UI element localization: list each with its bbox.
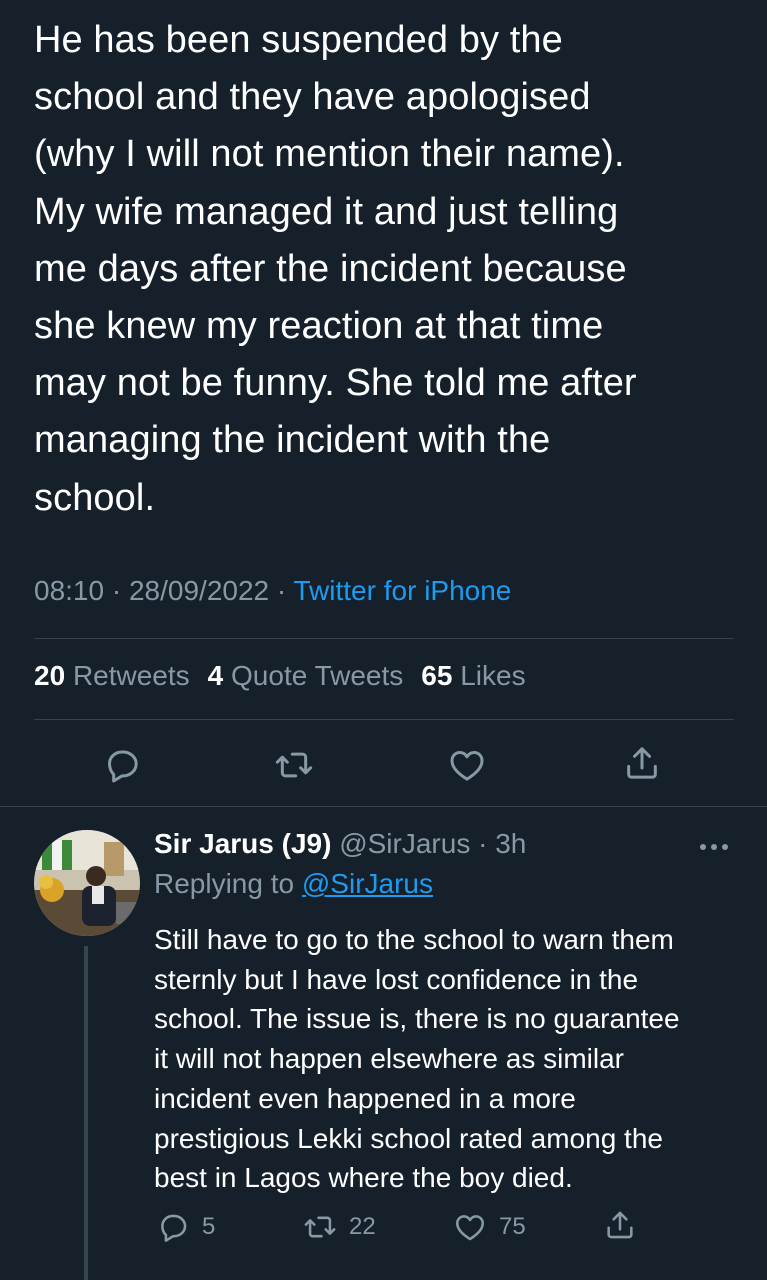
quotes-stat[interactable]: 4 Quote Tweets: [208, 660, 404, 691]
reply-line: it will not happen elsewhere as similar: [154, 1043, 624, 1075]
reply-line: Still have to go to the school to warn t…: [154, 924, 674, 955]
tweet-source-link[interactable]: Twitter for iPhone: [294, 575, 512, 606]
reply-replies-count: 5: [202, 1213, 216, 1240]
main-tweet-line: she knew my reaction at that time: [34, 305, 604, 348]
more-icon: [700, 844, 728, 850]
more-button[interactable]: [698, 840, 730, 852]
main-tweet-line: school and they have apologised: [34, 76, 591, 119]
retweet-button[interactable]: [274, 745, 314, 785]
replying-prefix: Replying to: [154, 868, 295, 899]
replying-mention-link[interactable]: @SirJarus: [302, 868, 433, 899]
main-tweet-line: school.: [34, 476, 156, 519]
like-icon: [450, 751, 484, 781]
main-tweet-line: managing the incident with the: [34, 419, 551, 462]
likes-stat[interactable]: 65 Likes: [421, 660, 525, 691]
reply-handle[interactable]: @SirJarus: [339, 828, 470, 859]
quotes-count: 4: [207, 660, 224, 691]
meta-separator: ·: [470, 828, 496, 859]
reply-like-button[interactable]: 75: [453, 1208, 526, 1246]
main-tweet-text: He has been suspended by the school and …: [34, 12, 734, 527]
like-icon: [455, 1215, 485, 1241]
reply-icon: [161, 1214, 187, 1242]
share-icon: [627, 747, 657, 779]
replying-to: Replying to @SirJarus: [154, 868, 433, 900]
reply-age[interactable]: 3h: [495, 828, 526, 859]
tweet-meta: 08:10 · 28/09/2022 · Twitter for iPhone: [34, 575, 511, 607]
meta-separator: ·: [276, 575, 294, 606]
reply-retweets-count: 22: [349, 1213, 376, 1240]
reply-icon: [108, 750, 138, 783]
reply-line: incident even happened in a more: [154, 1082, 576, 1114]
reply-retweet-button[interactable]: 22: [303, 1208, 376, 1246]
avatar-image: [34, 830, 140, 936]
tweet-stats: 20 Retweets 4 Quote Tweets 65 Likes: [34, 660, 544, 692]
reply-reply-button[interactable]: 5: [156, 1208, 215, 1246]
main-tweet-line: He has been suspended by the: [34, 19, 563, 61]
retweets-count: 20: [34, 660, 66, 691]
reply-button[interactable]: [102, 745, 142, 785]
main-tweet-line: me days after the incident because: [34, 247, 627, 290]
reply-line: best in Lagos where the boy died.: [154, 1162, 573, 1194]
section-divider: [0, 806, 767, 807]
meta-separator: ·: [111, 575, 129, 606]
divider: [34, 638, 734, 639]
like-button[interactable]: [447, 745, 487, 785]
likes-label: Likes: [460, 660, 526, 691]
retweet-icon: [275, 752, 313, 778]
main-tweet-line: My wife managed it and just telling: [34, 190, 619, 233]
reply-share-button[interactable]: [603, 1206, 649, 1244]
reply-likes-count: 75: [499, 1213, 526, 1240]
retweet-icon: [304, 1216, 336, 1238]
reply-line: prestigious Lekki school rated among the: [154, 1122, 663, 1154]
reply-header: Sir Jarus (J9) @SirJarus · 3h: [154, 828, 526, 860]
main-tweet-line: (why I will not mention their name).: [34, 133, 625, 176]
tweet-time[interactable]: 08:10: [34, 575, 104, 606]
share-icon: [607, 1211, 633, 1239]
tweet-date[interactable]: 28/09/2022: [129, 575, 269, 606]
retweets-label: Retweets: [72, 660, 190, 691]
likes-count: 65: [421, 660, 453, 691]
reply-text: Still have to go to the school to warn t…: [154, 920, 754, 1198]
divider: [34, 719, 734, 720]
retweets-stat[interactable]: 20 Retweets: [34, 660, 190, 691]
main-tweet-line: may not be funny. She told me after: [34, 362, 637, 405]
avatar[interactable]: [34, 830, 140, 936]
quotes-label: Quote Tweets: [231, 660, 404, 691]
reply-line: school. The issue is, there is no guaran…: [154, 1003, 680, 1035]
reply-line: sternly but I have lost confidence in th…: [154, 963, 639, 995]
thread-line: [84, 946, 88, 1280]
share-button[interactable]: [622, 743, 662, 783]
reply-display-name[interactable]: Sir Jarus (J9): [154, 828, 331, 859]
